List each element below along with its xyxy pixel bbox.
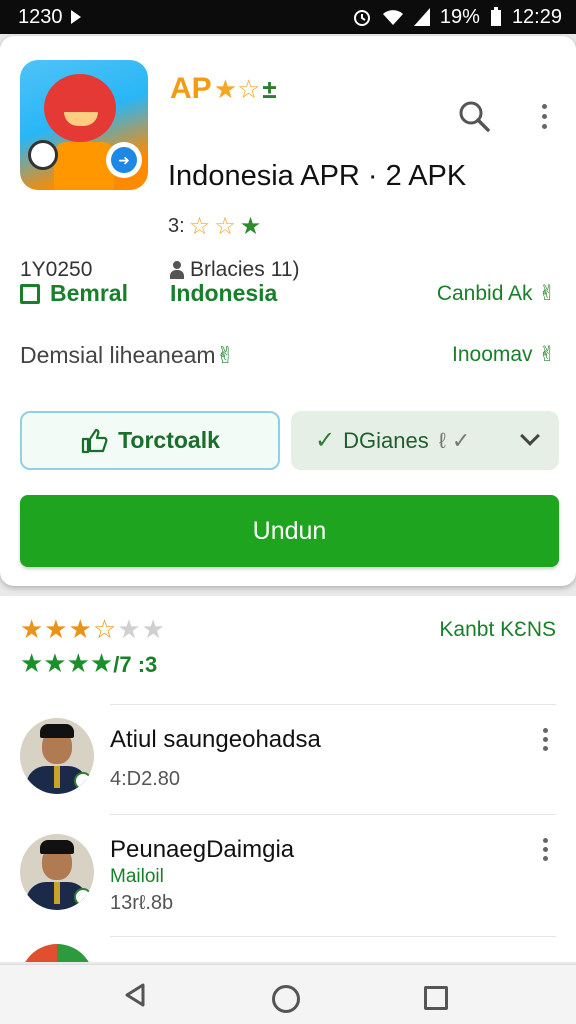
battery-percent: 19% [439,5,480,28]
app-header-card: ➜ AP ★☆ ± Indonesia APR · 2 APK 3: ☆ ☆ ★… [0,36,576,586]
star-icon: ☆ [188,213,211,240]
reviews-section: ★★★☆★★ Kanbt KƐNS ★★★★/7 :3 Atiul saunge… [0,596,576,962]
more-options-icon[interactable] [540,834,550,864]
right-link-2[interactable]: Inoomav ✌ [452,342,556,367]
right-link-1[interactable]: Canbid Ak ✌ [437,281,556,306]
more-options-icon[interactable] [532,98,556,134]
reviews-link[interactable]: Kanbt KƐNS [439,618,556,642]
status-bar: 1230 19% 12:29 [0,0,576,34]
options-suffix: ℓ ✓ [438,427,471,453]
filled-stars: ★★★☆ [20,614,118,644]
back-icon[interactable] [124,983,146,1007]
category-tag[interactable]: Bemral [20,280,128,307]
verified-badge-icon [74,772,92,790]
app-title: Indonesia APR · 2 APK [168,160,467,192]
install-button[interactable]: Undun [20,495,559,567]
review-date: 13rℓ.8b [110,892,174,914]
battery-icon [490,7,502,27]
checkbox-icon [20,283,40,304]
navigation-bar [0,964,576,1024]
star-icon: ☆ [214,213,236,240]
verified-badge-icon [74,888,92,906]
divider [110,936,556,937]
developer-name: Brlacies [190,258,265,281]
options-dropdown[interactable]: ✓ DGianes ℓ ✓ [291,411,559,470]
review-item[interactable]: PeunaegDaimgia Mailoil 13rℓ.8b [0,830,576,940]
category-row: Bemral Indonesia Canbid Ak ✌ [20,280,556,307]
developer-suffix: 11) [270,258,300,281]
region-tag[interactable]: Indonesia [170,280,277,307]
description-row: Demsial liheaneam✌ Inoomav ✌ [20,342,556,369]
wifi-icon [382,8,404,26]
mascot-body [54,142,114,190]
rating-summary-line: ★★★★/7 :3 [20,648,157,679]
thumbs-up-label: Torctoalk [118,427,220,453]
app-rating: 3: ☆ ☆ ★ [168,212,261,241]
review-date: 4:D2.80 [110,768,181,790]
check-icon: ✓ [315,427,336,454]
empty-stars: ★★ [117,614,166,644]
rating-count: /7 :3 [113,652,158,677]
alarm-icon [352,7,372,27]
status-time-left: 1230 [18,5,63,28]
header-mark: ± [262,73,277,104]
description-mark: ✌ [215,342,235,368]
arrow-badge-icon: ➜ [106,142,142,178]
divider [110,814,556,815]
thumbs-up-icon [81,428,108,453]
reviewer-name: PeunaegDaimgia [110,836,295,863]
app-icon: ➜ [20,60,148,190]
category-label: Bemral [50,280,128,306]
chevron-down-icon [520,426,540,446]
home-icon[interactable] [272,985,300,1013]
review-item[interactable]: Atiul saungeohadsa 4:D2.80 [0,714,576,824]
ring-icon [28,140,58,170]
mascot-face [44,74,116,142]
search-button[interactable] [456,98,492,134]
description-label: Demsial liheaneam [20,342,216,368]
options-label: DGianes [343,427,429,453]
header-star-icons: ★☆ [213,73,261,104]
reviewer-subtitle: Mailoil [110,866,164,887]
avatar [20,834,94,910]
star-icon: ★ [239,213,262,240]
thumbs-up-button[interactable]: Torctoalk [20,411,280,470]
app-short-text: AP [170,72,212,105]
description-text: Demsial liheaneam✌ [20,342,235,368]
download-count: 1Y0250 [20,258,93,281]
reviewer-name: Atiul saungeohadsa [110,726,321,753]
signal-icon [413,8,430,26]
play-icon [70,10,81,24]
app-short-name: AP ★☆ ± [170,72,277,106]
rating-summary-stars: ★★★☆★★ [20,614,166,645]
green-stars: ★★★★ [20,648,114,678]
recents-icon[interactable] [424,986,448,1010]
developer-info: Brlacies 11) [170,258,300,282]
rating-prefix: 3: [168,215,185,237]
more-options-icon[interactable] [540,724,550,754]
person-icon [170,261,184,279]
divider [110,704,556,705]
status-time-right: 12:29 [511,5,562,28]
search-icon [459,101,490,132]
avatar [20,718,94,794]
avatar [20,944,94,962]
